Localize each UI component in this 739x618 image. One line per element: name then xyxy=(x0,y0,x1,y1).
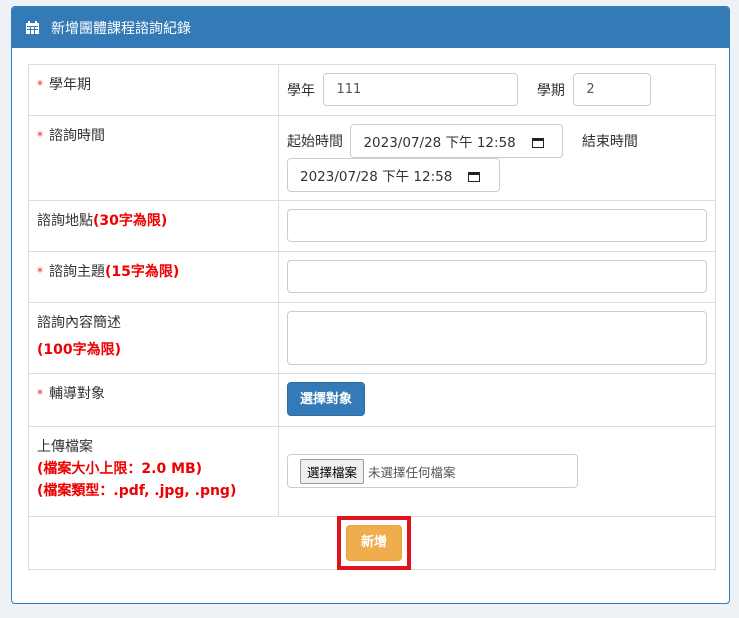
term-field-cell: 學年 111 學期 2 xyxy=(278,64,716,116)
panel-header: 新增團體課程諮詢紀錄 xyxy=(12,7,729,48)
required-mark: * xyxy=(37,78,43,92)
select-target-button[interactable]: 選擇對象 xyxy=(287,382,366,416)
row-upload: 上傳檔案 (檔案大小上限：2.0 MB) (檔案類型：.pdf, .jpg, .… xyxy=(28,426,716,517)
start-time-label: 起始時間 xyxy=(287,134,343,150)
form-panel: 新增團體課程諮詢紀錄 * 學年期 學年 111 學期 2 * 諮詢時間 起始時間 xyxy=(11,6,730,604)
required-mark: * xyxy=(37,129,43,143)
end-time-input[interactable]: 2023/07/28 下午 12:58 xyxy=(287,158,500,192)
location-label-cell: 諮詢地點(30字為限) xyxy=(28,200,279,252)
file-status: 未選擇任何檔案 xyxy=(368,464,456,480)
upload-size-limit: (檔案大小上限：2.0 MB) xyxy=(37,461,203,477)
time-label: 諮詢時間 xyxy=(49,128,105,144)
row-location: 諮詢地點(30字為限) xyxy=(28,200,716,252)
upload-label-cell: 上傳檔案 (檔案大小上限：2.0 MB) (檔案類型：.pdf, .jpg, .… xyxy=(28,426,279,517)
term-label-cell: * 學年期 xyxy=(28,64,279,116)
content-label: 諮詢內容簡述 xyxy=(37,315,121,331)
row-term: * 學年期 學年 111 學期 2 xyxy=(28,64,716,116)
file-input[interactable]: 選擇檔案 未選擇任何檔案 xyxy=(287,454,578,488)
semester-input[interactable]: 2 xyxy=(573,73,652,106)
upload-label: 上傳檔案 xyxy=(37,439,93,455)
row-content: 諮詢內容簡述 (100字為限) xyxy=(28,302,716,374)
calendar-picker-icon[interactable] xyxy=(468,170,481,182)
year-input[interactable]: 111 xyxy=(323,73,519,106)
location-label: 諮詢地點 xyxy=(37,213,93,229)
target-field-cell: 選擇對象 xyxy=(278,373,716,427)
term-label: 學年期 xyxy=(49,77,91,93)
content-limit: (100字為限) xyxy=(37,342,122,358)
submit-highlight: 新增 xyxy=(337,516,411,570)
submit-button[interactable]: 新增 xyxy=(346,525,402,561)
page-title: 新增團體課程諮詢紀錄 xyxy=(51,20,191,37)
choose-file-button[interactable]: 選擇檔案 xyxy=(300,458,365,484)
target-label-cell: * 輔導對象 xyxy=(28,373,279,427)
upload-type-limit: (檔案類型：.pdf, .jpg, .png) xyxy=(37,483,237,499)
row-time: * 諮詢時間 起始時間 2023/07/28 下午 12:58 結束時間 2023… xyxy=(28,115,716,201)
content-field-cell xyxy=(278,302,716,374)
topic-label: 諮詢主題 xyxy=(49,264,105,280)
location-input[interactable] xyxy=(287,209,707,242)
required-mark: * xyxy=(37,387,43,401)
year-label: 學年 xyxy=(287,82,315,99)
calendar-icon xyxy=(26,21,39,34)
time-field-cell: 起始時間 2023/07/28 下午 12:58 結束時間 2023/07/28… xyxy=(278,115,716,201)
content-textarea[interactable] xyxy=(287,311,707,365)
content-label-cell: 諮詢內容簡述 (100字為限) xyxy=(28,302,279,374)
location-field-cell xyxy=(278,200,716,252)
location-limit: (30字為限) xyxy=(93,213,168,229)
end-time-value: 2023/07/28 下午 12:58 xyxy=(300,169,453,185)
row-target: * 輔導對象 選擇對象 xyxy=(28,373,716,427)
time-label-cell: * 諮詢時間 xyxy=(28,115,279,201)
topic-field-cell xyxy=(278,251,716,303)
topic-input[interactable] xyxy=(287,260,707,293)
required-mark: * xyxy=(37,265,43,279)
upload-field-cell: 選擇檔案 未選擇任何檔案 xyxy=(278,426,716,517)
target-label: 輔導對象 xyxy=(49,386,105,402)
form-table: * 學年期 學年 111 學期 2 * 諮詢時間 起始時間 2023/07/28 下… xyxy=(28,64,716,570)
start-time-input[interactable]: 2023/07/28 下午 12:58 xyxy=(350,124,564,158)
row-topic: * 諮詢主題(15字為限) xyxy=(28,251,716,303)
start-time-value: 2023/07/28 下午 12:58 xyxy=(363,135,516,151)
end-time-label: 結束時間 xyxy=(581,134,638,150)
topic-label-cell: * 諮詢主題(15字為限) xyxy=(28,251,279,303)
semester-label: 學期 xyxy=(536,82,565,99)
topic-limit: (15字為限) xyxy=(105,264,180,280)
calendar-picker-icon[interactable] xyxy=(531,136,544,148)
